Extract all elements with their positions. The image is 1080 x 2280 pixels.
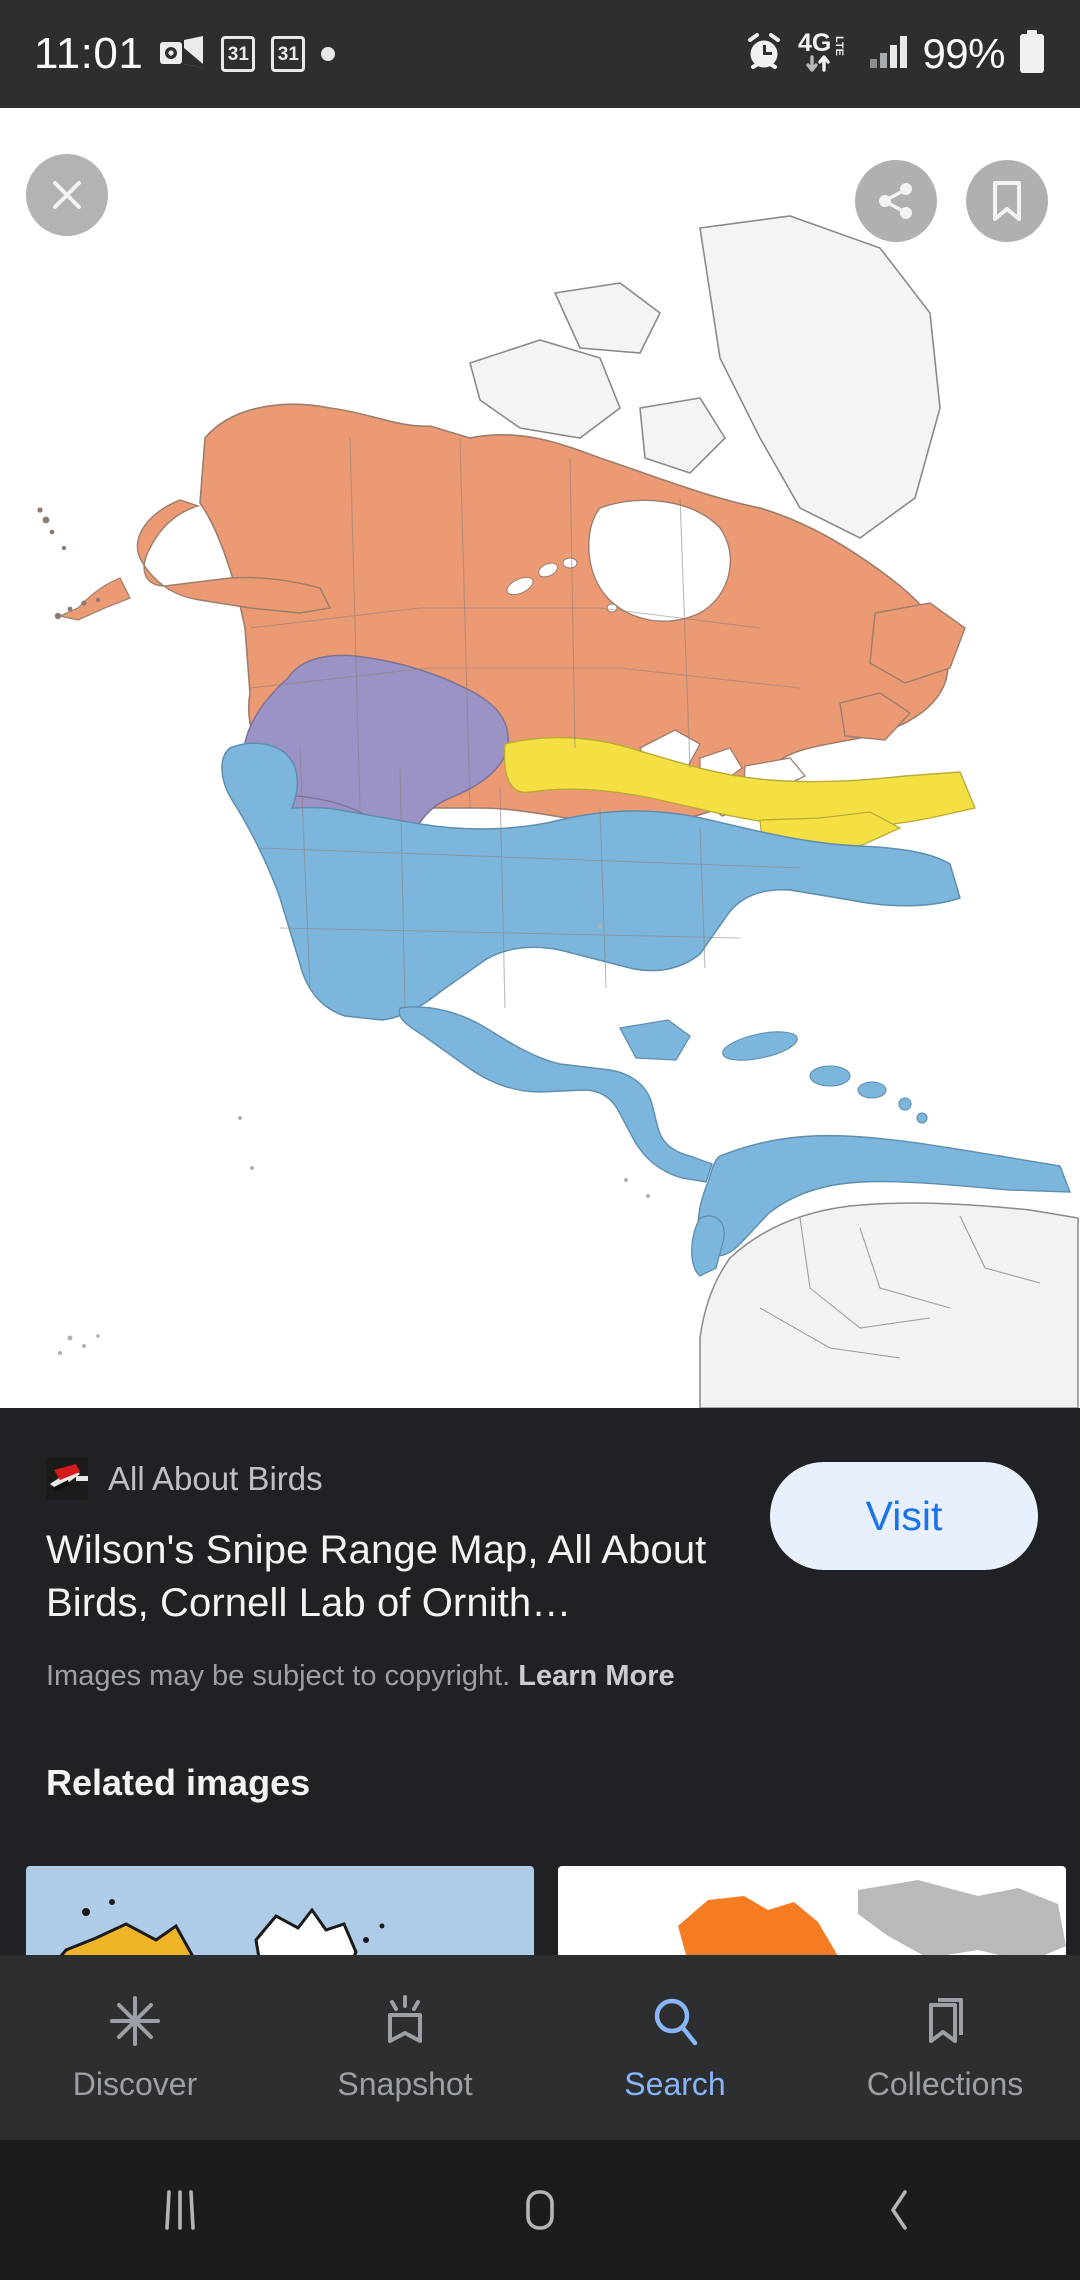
learn-more-link[interactable]: Learn More [518, 1660, 674, 1692]
save-bookmark-button[interactable] [966, 160, 1048, 242]
calendar-icon: 31 [221, 36, 256, 72]
status-bar-left: 11:01 31 31 [34, 29, 336, 79]
dot-icon [321, 47, 336, 61]
battery-percent-label: 99% [922, 30, 1005, 77]
visit-button[interactable]: Visit [770, 1462, 1038, 1570]
recents-button[interactable] [0, 2182, 360, 2238]
nav-label-discover: Discover [72, 2066, 198, 2102]
battery-icon [1018, 29, 1046, 79]
viewer-action-bar [0, 108, 1080, 248]
related-images-heading: Related images [46, 1762, 311, 1803]
screen: 11:01 31 31 4G LTE 99% All About Birds W… [0, 0, 1080, 2280]
status-bar-right: 4G LTE 99% [743, 29, 1046, 80]
alarm-icon [743, 31, 785, 78]
image-title: Wilson's Snipe Range Map, All About Bird… [46, 1528, 707, 1625]
collections-icon [917, 1992, 973, 2050]
signal-icon [869, 35, 909, 74]
home-button[interactable] [360, 2182, 720, 2238]
nav-item-collections[interactable]: Collections [810, 1992, 1080, 2103]
share-icon [879, 183, 912, 219]
bottom-navigation: Discover Snapshot Search Collections [0, 1955, 1080, 2140]
outlook-icon [159, 34, 205, 75]
recents-icon [165, 2190, 195, 2230]
close-icon [53, 181, 81, 209]
share-button[interactable] [855, 160, 937, 242]
range-map-image[interactable] [0, 108, 1080, 1408]
nav-label-collections: Collections [866, 2066, 1024, 2102]
status-clock: 11:01 [34, 29, 144, 78]
search-icon [647, 1992, 703, 2050]
nav-label-snapshot: Snapshot [337, 2066, 473, 2102]
svg-text:LTE: LTE [833, 36, 845, 56]
status-bar: 11:01 31 31 4G LTE 99% [0, 0, 1080, 108]
nav-item-snapshot[interactable]: Snapshot [270, 1992, 540, 2103]
nav-item-discover[interactable]: Discover [0, 1992, 270, 2103]
calendar-icon: 31 [271, 36, 306, 72]
nav-item-search[interactable]: Search [540, 1992, 810, 2103]
snapshot-icon [377, 1992, 433, 2050]
image-viewer[interactable] [0, 108, 1080, 1408]
home-icon [526, 2190, 554, 2230]
back-button[interactable] [720, 2182, 1080, 2238]
network-4glte-icon: 4G LTE [798, 29, 856, 80]
source-name: All About Birds [108, 1460, 323, 1497]
bird-logo-icon [46, 1458, 88, 1500]
android-navigation-bar [0, 2140, 1080, 2280]
back-icon [891, 2190, 907, 2230]
nav-label-search: Search [624, 2066, 726, 2102]
bookmark-icon [993, 181, 1021, 221]
copyright-text: Images may be subject to copyright. [46, 1659, 511, 1692]
copyright-notice: Images may be subject to copyright. Lear… [46, 1660, 1034, 1693]
discover-icon [107, 1992, 163, 2050]
close-button[interactable] [26, 154, 108, 236]
visit-button-label: Visit [865, 1492, 943, 1539]
svg-text:4G: 4G [798, 29, 831, 57]
